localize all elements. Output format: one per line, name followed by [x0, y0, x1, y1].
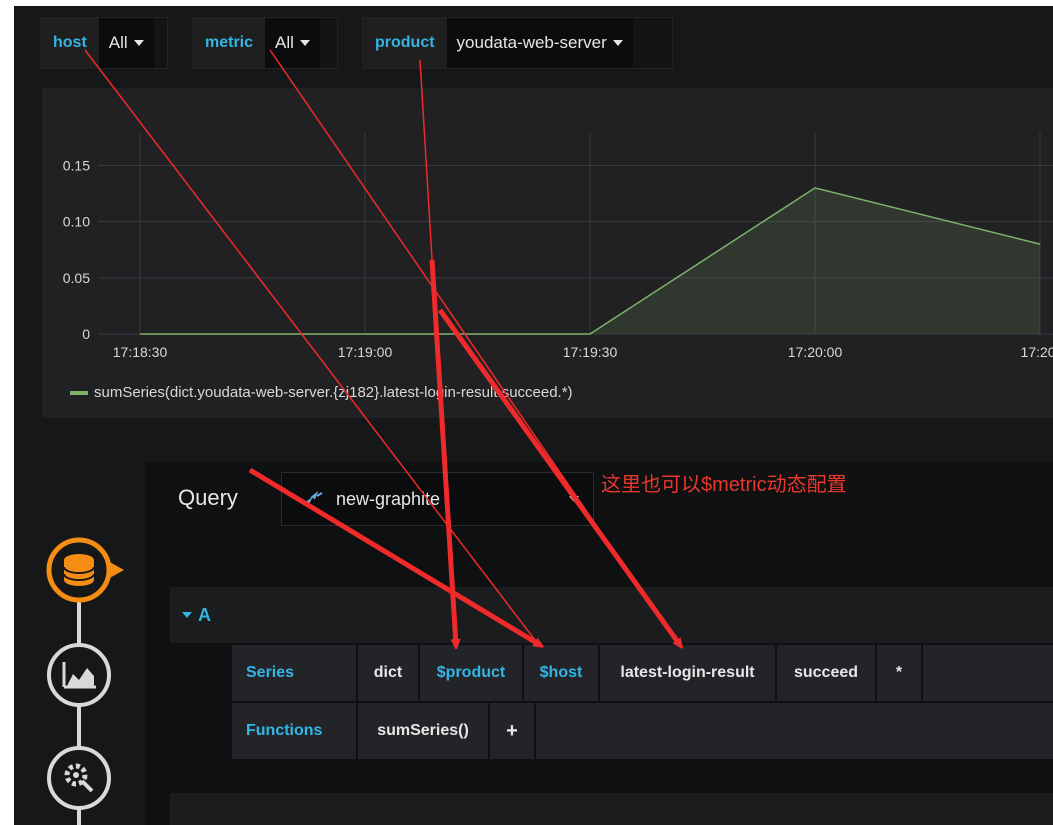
variable-value: youdata-web-server: [456, 33, 607, 52]
series-segment-variable[interactable]: $host: [524, 645, 598, 701]
sidebar-item-general[interactable]: [46, 745, 116, 820]
x-tick-label: 17:20:: [1021, 344, 1053, 360]
y-tick-label: 0.10: [63, 214, 90, 230]
variable-label: host: [41, 18, 99, 68]
database-icon: [46, 537, 124, 603]
datasource-name: new-graphite: [336, 488, 441, 509]
graphite-icon: [303, 491, 323, 505]
sidebar-item-queries[interactable]: [46, 535, 130, 610]
settings-icon: [47, 746, 111, 810]
collapse-caret-icon[interactable]: [182, 612, 192, 618]
query-row-label: A: [198, 604, 211, 625]
grafana-dashboard-editor: host All metric All product youdata-web-…: [0, 0, 1053, 825]
functions-filler: [536, 703, 1053, 759]
functions-row: Functions sumSeries() +: [232, 703, 1053, 759]
graph-chart: 0.15 0.10 0.05 0 17:18:30 17:19:00 17:19:30 17:…: [63, 133, 1053, 360]
add-function-button[interactable]: +: [490, 703, 534, 759]
variable-metric[interactable]: metric All: [192, 17, 338, 69]
variable-dropdown[interactable]: youdata-web-server: [446, 18, 633, 68]
variable-label: product: [363, 18, 447, 68]
annotation-text: 这里也可以$metric动态配置: [601, 474, 847, 496]
x-tick-label: 17:20:00: [788, 344, 843, 360]
y-tick-label: 0.15: [63, 157, 90, 173]
chart-icon: [47, 643, 111, 707]
query-row-header[interactable]: A: [170, 587, 1053, 643]
y-tick-label: 0.05: [63, 270, 90, 286]
variable-value: All: [275, 33, 294, 52]
caret-down-icon: [569, 496, 579, 502]
variable-label: metric: [193, 18, 266, 68]
x-tick-label: 17:18:30: [113, 344, 168, 360]
y-tick-label: 0: [82, 326, 90, 342]
series-filler: [923, 645, 1053, 701]
variable-value: All: [108, 33, 128, 52]
legend-label: sumSeries(dict.youdata-web-server.{zj182…: [94, 384, 573, 401]
functions-label: Functions: [232, 703, 356, 759]
function-sumseries[interactable]: sumSeries(): [358, 703, 488, 759]
variable-dropdown[interactable]: All: [98, 18, 154, 68]
graph-panel[interactable]: 0.15 0.10 0.05 0 17:18:30 17:19:00 17:19:30 17:…: [42, 88, 1053, 418]
wildcard-segment[interactable]: *: [877, 645, 921, 701]
datasource-select[interactable]: new-graphite: [281, 472, 594, 526]
query-heading: Query: [178, 485, 238, 510]
x-tick-label: 17:19:30: [563, 344, 618, 360]
caret-down-icon: [299, 40, 310, 46]
series-segment[interactable]: succeed: [777, 645, 875, 701]
series-segment[interactable]: dict: [358, 645, 418, 701]
legend-swatch: [70, 390, 88, 395]
query-row-header: [170, 793, 1053, 825]
variable-product[interactable]: product youdata-web-server: [362, 17, 673, 69]
series-label: Series: [232, 645, 356, 701]
series-segment[interactable]: latest-login-result: [600, 645, 775, 701]
sidebar-item-visualization[interactable]: [46, 642, 116, 717]
series-row: Series dict $product $host latest-login-…: [232, 645, 1053, 701]
x-tick-label: 17:19:00: [338, 344, 393, 360]
chart-legend[interactable]: sumSeries(dict.youdata-web-server.{zj182…: [70, 384, 573, 401]
variable-host[interactable]: host All: [40, 17, 168, 69]
caret-down-icon: [133, 40, 144, 46]
caret-down-icon: [612, 40, 623, 46]
variable-dropdown[interactable]: All: [265, 18, 320, 68]
series-segment-variable[interactable]: $product: [420, 645, 522, 701]
